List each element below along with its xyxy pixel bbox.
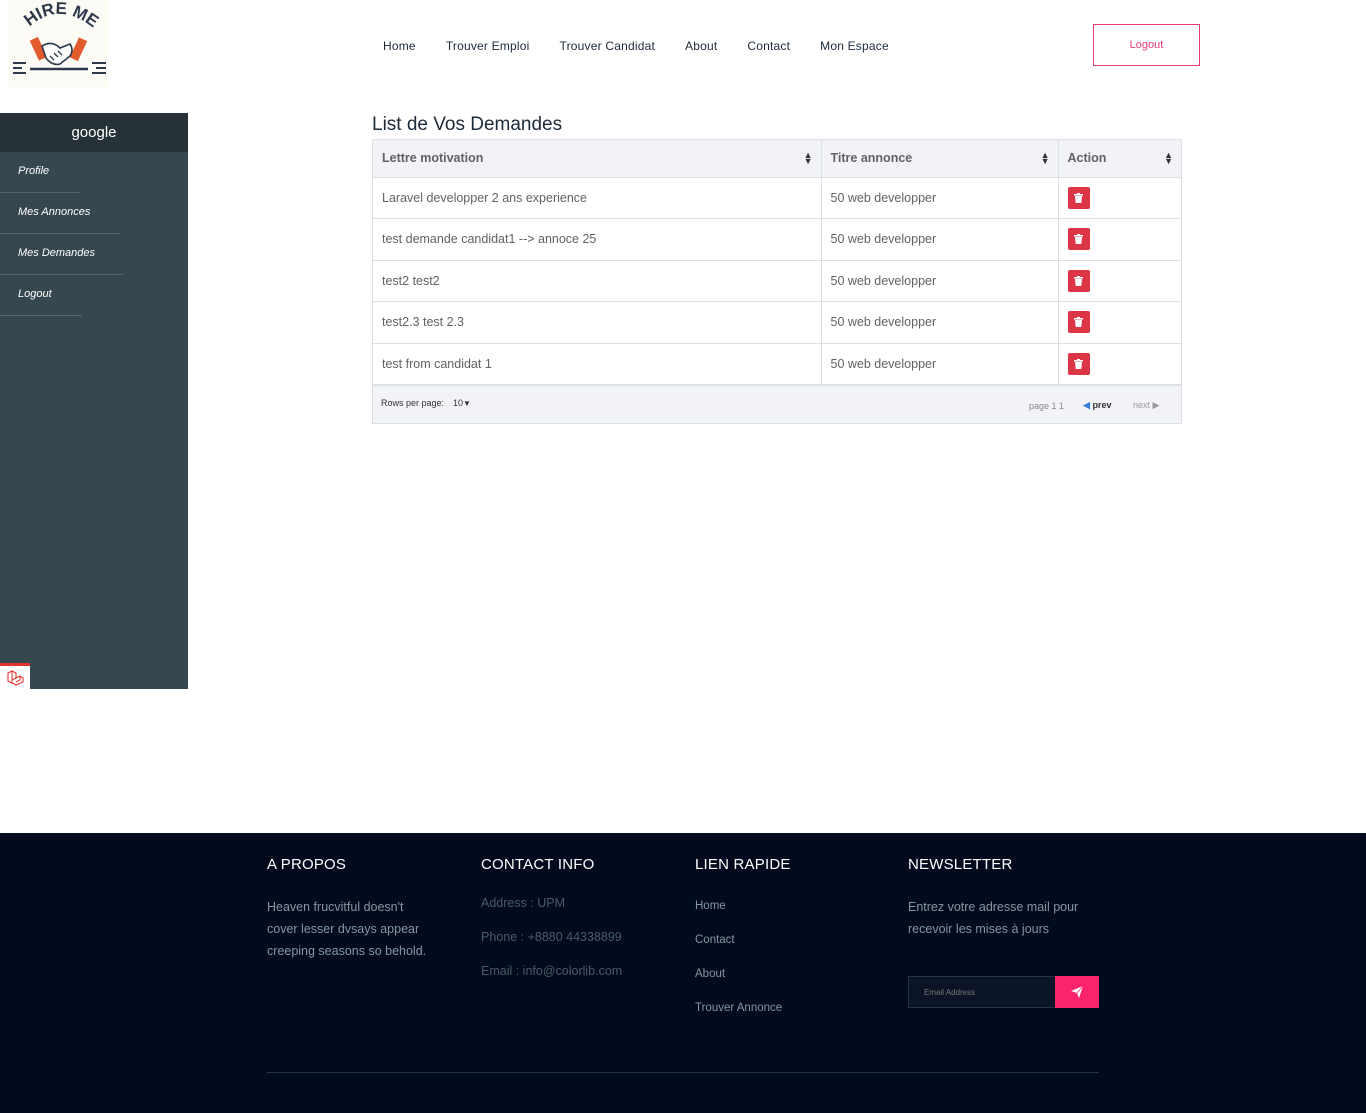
table-row: test2 test2 50 web developper	[373, 260, 1181, 302]
delete-button[interactable]	[1067, 269, 1090, 292]
table-row: test from candidat 1 50 web developper	[373, 343, 1181, 385]
col-action[interactable]: Action ▲ ▼	[1058, 140, 1181, 178]
handshake-logo-icon: HIRE ME	[13, 0, 106, 74]
nav-contact[interactable]: Contact	[747, 39, 790, 53]
laravel-icon	[7, 669, 24, 686]
footer-contact: CONTACT INFO Address : UPM Phone : +8880…	[481, 856, 661, 986]
delete-button[interactable]	[1067, 228, 1090, 251]
rows-per-page-select[interactable]: 10▼	[453, 398, 471, 408]
cell-lettre: Laravel developper 2 ans experience	[373, 177, 822, 219]
cell-titre: 50 web developper	[821, 260, 1059, 302]
footer-links-title: LIEN RAPIDE	[695, 856, 791, 873]
site-header: HIRE ME Home Trouver Emploi Trouver Cand…	[0, 0, 1366, 90]
footer-phone: Phone : +8880 44338899	[481, 930, 622, 944]
footer-link-trouver-annonce[interactable]: Trouver Annonce	[695, 997, 855, 1031]
footer-link-contact[interactable]: Contact	[695, 929, 855, 963]
header-logout-button[interactable]: Logout	[1093, 24, 1200, 66]
trash-icon	[1074, 317, 1083, 328]
cell-titre: 50 web developper	[821, 343, 1059, 385]
newsletter-form	[908, 976, 1099, 1008]
nav-about[interactable]: About	[685, 39, 717, 53]
cell-titre: 50 web developper	[821, 218, 1059, 261]
cell-lettre: test2 test2	[373, 260, 822, 302]
footer-divider	[267, 1072, 1099, 1073]
newsletter-email-input[interactable]	[908, 976, 1055, 1008]
table-row: test2.3 test 2.3 50 web developper	[373, 301, 1181, 344]
footer-link-home[interactable]: Home	[695, 895, 855, 929]
footer-newsletter-title: NEWSLETTER	[908, 856, 1013, 873]
table-pagination: Rows per page: 10▼ page 1 1 ◀ prev next …	[373, 385, 1181, 423]
trash-icon	[1074, 234, 1083, 245]
delete-button[interactable]	[1067, 311, 1090, 334]
cell-lettre: test2.3 test 2.3	[373, 301, 822, 344]
sidebar-title: google	[0, 113, 188, 152]
sidebar-item-logout[interactable]: Logout	[0, 275, 188, 316]
nav-trouver-emploi[interactable]: Trouver Emploi	[446, 39, 530, 53]
sort-icon[interactable]: ▲ ▼	[1041, 151, 1050, 166]
main-nav: Home Trouver Emploi Trouver Candidat Abo…	[383, 39, 919, 53]
footer-about-text: Heaven frucvitful doesn't cover lesser d…	[267, 900, 427, 958]
next-page-button[interactable]: next ▶	[1133, 400, 1159, 411]
sort-icon[interactable]: ▲ ▼	[1164, 151, 1173, 166]
table-header-row: Lettre motivation ▲ ▼ Titre annonce ▲ ▼ Ac…	[373, 140, 1181, 178]
hire-me-logo[interactable]: HIRE ME	[8, 0, 108, 88]
site-footer: A PROPOS Heaven frucvitful doesn't cover…	[0, 833, 1366, 1113]
footer-newsletter-text: Entrez votre adresse mail pour recevoir …	[908, 900, 1079, 936]
trash-icon	[1074, 192, 1083, 203]
footer-about: A PROPOS Heaven frucvitful doesn't cover…	[267, 856, 427, 962]
nav-trouver-candidat[interactable]: Trouver Candidat	[560, 39, 655, 53]
chevron-right-icon: ▶	[1152, 400, 1160, 410]
sort-icon[interactable]: ▲ ▼	[804, 151, 813, 166]
cell-lettre: test from candidat 1	[373, 343, 822, 385]
delete-button[interactable]	[1067, 186, 1090, 209]
logo-text: HIRE ME	[20, 0, 102, 31]
laravel-debug-badge[interactable]	[0, 663, 30, 689]
trash-icon	[1074, 275, 1083, 286]
cell-lettre: test demande candidat1 --> annoce 25	[373, 218, 822, 261]
footer-email: Email : info@colorlib.com	[481, 964, 623, 978]
footer-about-title: A PROPOS	[267, 856, 347, 873]
caret-down-icon: ▼	[463, 399, 471, 408]
paper-plane-icon	[1071, 986, 1083, 998]
nav-mon-espace[interactable]: Mon Espace	[820, 39, 889, 53]
footer-quick-links: LIEN RAPIDE Home Contact About Trouver A…	[695, 856, 855, 1031]
sidebar-item-mes-annonces[interactable]: Mes Annonces	[0, 193, 188, 234]
demandes-table: Lettre motivation ▲ ▼ Titre annonce ▲ ▼ Ac…	[372, 139, 1182, 424]
trash-icon	[1074, 358, 1083, 369]
chevron-left-icon: ◀	[1083, 400, 1090, 410]
cell-titre: 50 web developper	[821, 177, 1059, 219]
table-row: Laravel developper 2 ans experience 50 w…	[373, 177, 1181, 219]
newsletter-submit-button[interactable]	[1055, 976, 1099, 1008]
nav-home[interactable]: Home	[383, 39, 416, 53]
sidebar-item-mes-demandes[interactable]: Mes Demandes	[0, 234, 188, 275]
delete-button[interactable]	[1067, 352, 1090, 375]
sidebar-item-profile[interactable]: Profile	[0, 152, 188, 193]
sidebar: google Profile Mes Annonces Mes Demandes…	[0, 113, 188, 689]
page-info: page 1 1	[1029, 401, 1065, 411]
footer-newsletter: NEWSLETTER Entrez votre adresse mail pou…	[908, 856, 1098, 940]
col-lettre-motivation[interactable]: Lettre motivation ▲ ▼	[373, 140, 822, 178]
col-titre-annonce[interactable]: Titre annonce ▲ ▼	[821, 140, 1059, 178]
prev-page-button[interactable]: ◀ prev	[1083, 400, 1111, 411]
footer-address: Address : UPM	[481, 896, 566, 910]
footer-link-about[interactable]: About	[695, 963, 855, 997]
cell-titre: 50 web developper	[821, 301, 1059, 344]
rows-per-page-label: Rows per page:	[381, 398, 445, 408]
table-row: test demande candidat1 --> annoce 25 50 …	[373, 218, 1181, 261]
page-title: List de Vos Demandes	[372, 114, 563, 135]
footer-contact-title: CONTACT INFO	[481, 856, 595, 873]
